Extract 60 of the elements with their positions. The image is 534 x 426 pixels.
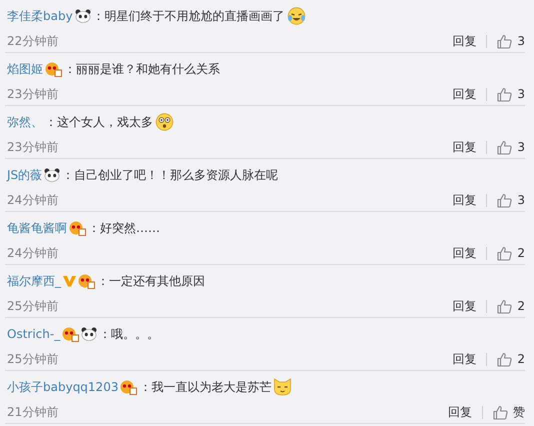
comment-text: ：好突然…… — [88, 220, 160, 236]
fan-badge-icon — [69, 220, 86, 236]
fan-badge-icon — [62, 326, 80, 342]
comment-text: ：自己创业了吧！！那么多资源人脉在呢 — [62, 166, 278, 184]
comment-time: 25分钟前 — [7, 298, 60, 314]
thumbs-up-icon — [497, 298, 512, 314]
comment-time: 24分钟前 — [7, 192, 60, 208]
user-name[interactable]: 焰图姬 — [7, 60, 43, 78]
user-name[interactable]: Ostrich-_ — [7, 327, 60, 341]
comment-time: 21分钟前 — [7, 404, 60, 420]
thumbs-up-icon — [497, 246, 512, 260]
reply-button[interactable]: 回复 — [452, 192, 476, 208]
thumbs-up-icon — [497, 34, 512, 48]
comment-text: ：这个女人，戏太多 — [45, 114, 153, 130]
like-button[interactable]: 赞 — [493, 404, 525, 420]
comment-time: 23分钟前 — [7, 138, 60, 156]
thumbs-up-icon — [493, 404, 508, 420]
panda-icon — [81, 327, 98, 341]
like-button[interactable]: 3 — [497, 86, 525, 102]
fan-badge-icon — [45, 62, 62, 76]
shocked-emoji-icon — [155, 113, 174, 131]
user-name[interactable]: 李佳柔baby — [7, 8, 73, 24]
user-name[interactable]: JS的薇 — [7, 166, 42, 184]
user-name[interactable]: 福尔摩西_ — [7, 272, 61, 290]
user-name[interactable]: 小孩子babyqq1203 — [7, 378, 118, 396]
reply-button[interactable]: 回复 — [452, 350, 476, 368]
reply-button[interactable]: 回复 — [452, 86, 476, 102]
like-button[interactable]: 3 — [497, 192, 525, 208]
comment-text: ：一定还有其他原因 — [97, 272, 205, 290]
like-button[interactable]: 2 — [497, 246, 525, 260]
cat-emoji-icon — [273, 378, 292, 396]
reply-button[interactable]: 回复 — [452, 138, 476, 156]
fan-badge-icon — [78, 274, 95, 288]
fan-badge-icon — [120, 380, 138, 394]
like-button[interactable]: 3 — [497, 34, 525, 48]
like-button[interactable]: 3 — [497, 140, 525, 154]
comment-time: 25分钟前 — [7, 350, 60, 368]
user-name[interactable]: 龟酱龟酱啊 — [7, 220, 67, 236]
v-badge-icon — [63, 275, 76, 287]
comment-time: 23分钟前 — [7, 86, 60, 102]
user-name[interactable]: 弥然、 — [7, 114, 43, 130]
comment-time: 24分钟前 — [7, 244, 60, 262]
reply-button[interactable]: 回复 — [448, 404, 472, 420]
reply-button[interactable]: 回复 — [452, 298, 476, 314]
thumbs-up-icon — [497, 192, 512, 208]
comment-time: 22分钟前 — [7, 32, 60, 50]
comment-text: ：哦。。。 — [99, 326, 160, 342]
laughing-emoji-icon — [286, 7, 306, 25]
reply-button[interactable]: 回复 — [452, 32, 476, 50]
panda-icon — [44, 168, 60, 182]
comment-text: ：我一直以为老大是苏芒 — [139, 378, 272, 396]
panda-icon — [74, 9, 91, 23]
like-button[interactable]: 2 — [497, 298, 525, 314]
thumbs-up-icon — [497, 140, 512, 154]
reply-button[interactable]: 回复 — [452, 244, 476, 262]
thumbs-up-icon — [497, 86, 512, 102]
thumbs-up-icon — [497, 352, 512, 366]
like-button[interactable]: 2 — [497, 352, 525, 366]
comment-text: ：丽丽是谁？和她有什么关系 — [64, 60, 220, 78]
comment-text: ：明星们终于不用尬尬的直播画画了 — [92, 8, 285, 24]
